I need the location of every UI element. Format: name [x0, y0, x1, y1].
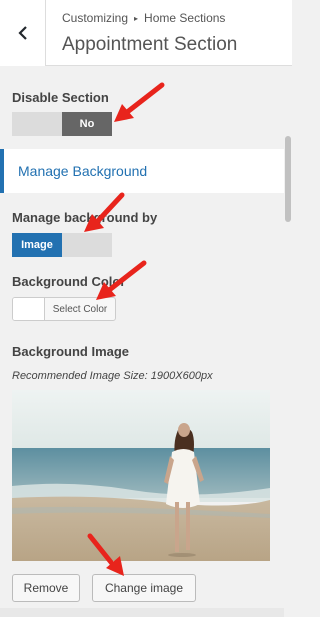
beach-photo-image — [12, 390, 270, 561]
toggle-image-option[interactable]: Image — [12, 233, 62, 257]
toggle-off-segment[interactable] — [12, 112, 62, 136]
panel-footer-strip — [0, 608, 284, 617]
background-image-preview — [12, 390, 270, 561]
disable-section-toggle[interactable]: No — [12, 112, 112, 136]
color-swatch[interactable] — [13, 298, 45, 320]
breadcrumb-root: Customizing — [62, 11, 129, 25]
toggle-value-label[interactable]: No — [62, 112, 112, 136]
chevron-left-icon — [17, 26, 27, 40]
breadcrumb-separator: ▸ — [134, 13, 139, 23]
toggle-color-option[interactable] — [62, 233, 112, 257]
breadcrumb: Customizing ▸ Home Sections — [62, 11, 225, 25]
background-color-label: Background Color — [12, 274, 126, 289]
select-color-label[interactable]: Select Color — [45, 298, 115, 320]
annotation-arrow-icon — [114, 82, 165, 122]
manage-background-by-label: Manage background by — [12, 210, 158, 225]
back-button[interactable] — [0, 0, 46, 66]
manage-background-by-toggle[interactable]: Image — [12, 233, 112, 257]
breadcrumb-current: Home Sections — [144, 11, 226, 25]
disable-section-label: Disable Section — [12, 90, 109, 105]
scrollbar-track[interactable] — [284, 66, 292, 617]
page-title: Appointment Section — [62, 34, 238, 55]
change-image-button[interactable]: Change image — [92, 574, 196, 602]
image-size-hint: Recommended Image Size: 1900X600px — [12, 370, 213, 382]
remove-image-button[interactable]: Remove — [12, 574, 80, 602]
manage-background-section[interactable]: Manage Background — [0, 149, 284, 193]
scrollbar-thumb[interactable] — [285, 136, 291, 222]
select-color-button[interactable]: Select Color — [12, 297, 116, 321]
background-image-label: Background Image — [12, 344, 130, 359]
customizer-header: Customizing ▸ Home Sections Appointment … — [0, 0, 292, 66]
